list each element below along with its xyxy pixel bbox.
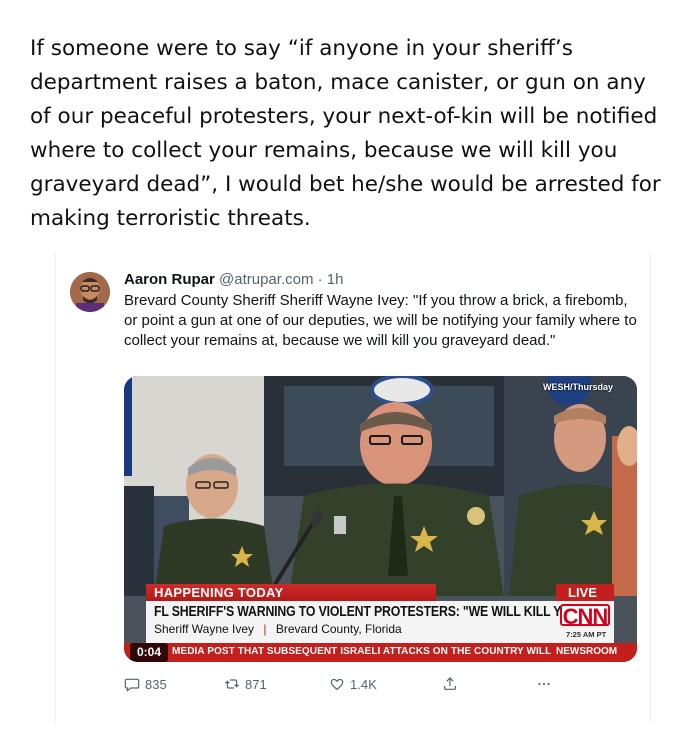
- avatar[interactable]: [70, 272, 110, 312]
- source-tag: WESH/Thursday: [542, 382, 613, 392]
- video-timestamp: 0:04: [130, 643, 168, 662]
- author-name[interactable]: Aaron Rupar: [124, 271, 215, 288]
- live-label: LIVE: [568, 585, 597, 600]
- repost-icon: [224, 679, 240, 689]
- more-button[interactable]: [536, 676, 552, 692]
- reply-icon: [124, 678, 140, 692]
- happening-label: HAPPENING TODAY: [154, 585, 284, 600]
- chyron-separator: |: [263, 622, 267, 636]
- like-icon: [330, 678, 344, 691]
- chyron-subline: Sheriff Wayne Ivey | Brevard County, Flo…: [154, 622, 402, 636]
- share-button[interactable]: [442, 676, 458, 692]
- reply-count: 835: [145, 676, 167, 692]
- ticker-text: MEDIA POST THAT SUBSEQUENT ISRAELI ATTAC…: [172, 646, 552, 657]
- tweet-time[interactable]: 1h: [327, 271, 344, 288]
- header-separator: ·: [317, 271, 323, 288]
- program-name: NEWSROOM: [556, 646, 618, 657]
- repost-count: 871: [245, 676, 267, 692]
- like-count: 1.4K: [350, 676, 377, 692]
- cnn-logo: CNN: [560, 604, 610, 628]
- tweet-header: Aaron Rupar @atrupar.com · 1h: [124, 270, 644, 290]
- embedded-tweet[interactable]: Aaron Rupar @atrupar.com · 1h Brevard Co…: [55, 252, 651, 722]
- chyron-location: Brevard County, Florida: [275, 622, 402, 636]
- like-button[interactable]: 1.4K: [329, 676, 377, 692]
- more-icon: [538, 682, 550, 686]
- reply-button[interactable]: 835: [124, 676, 167, 692]
- caption-text: If someone were to say “if anyone in you…: [30, 36, 661, 231]
- tweet-text: Brevard County Sheriff Sheriff Wayne Ive…: [124, 292, 637, 349]
- broadcast-clock: 7:25 AM PT: [566, 630, 607, 639]
- share-icon: [444, 677, 456, 690]
- chyron-name: Sheriff Wayne Ivey: [154, 622, 255, 636]
- author-handle[interactable]: @atrupar.com: [219, 271, 313, 288]
- chyron-headline: FL SHERIFF'S WARNING TO VIOLENT PROTESTE…: [154, 603, 595, 620]
- video-player[interactable]: WESH/Thursday HAPPENING TODAY LIVE FL SH…: [124, 376, 637, 662]
- repost-button[interactable]: 871: [224, 676, 267, 692]
- tweet-actions: 835 871 1.4K: [124, 676, 564, 696]
